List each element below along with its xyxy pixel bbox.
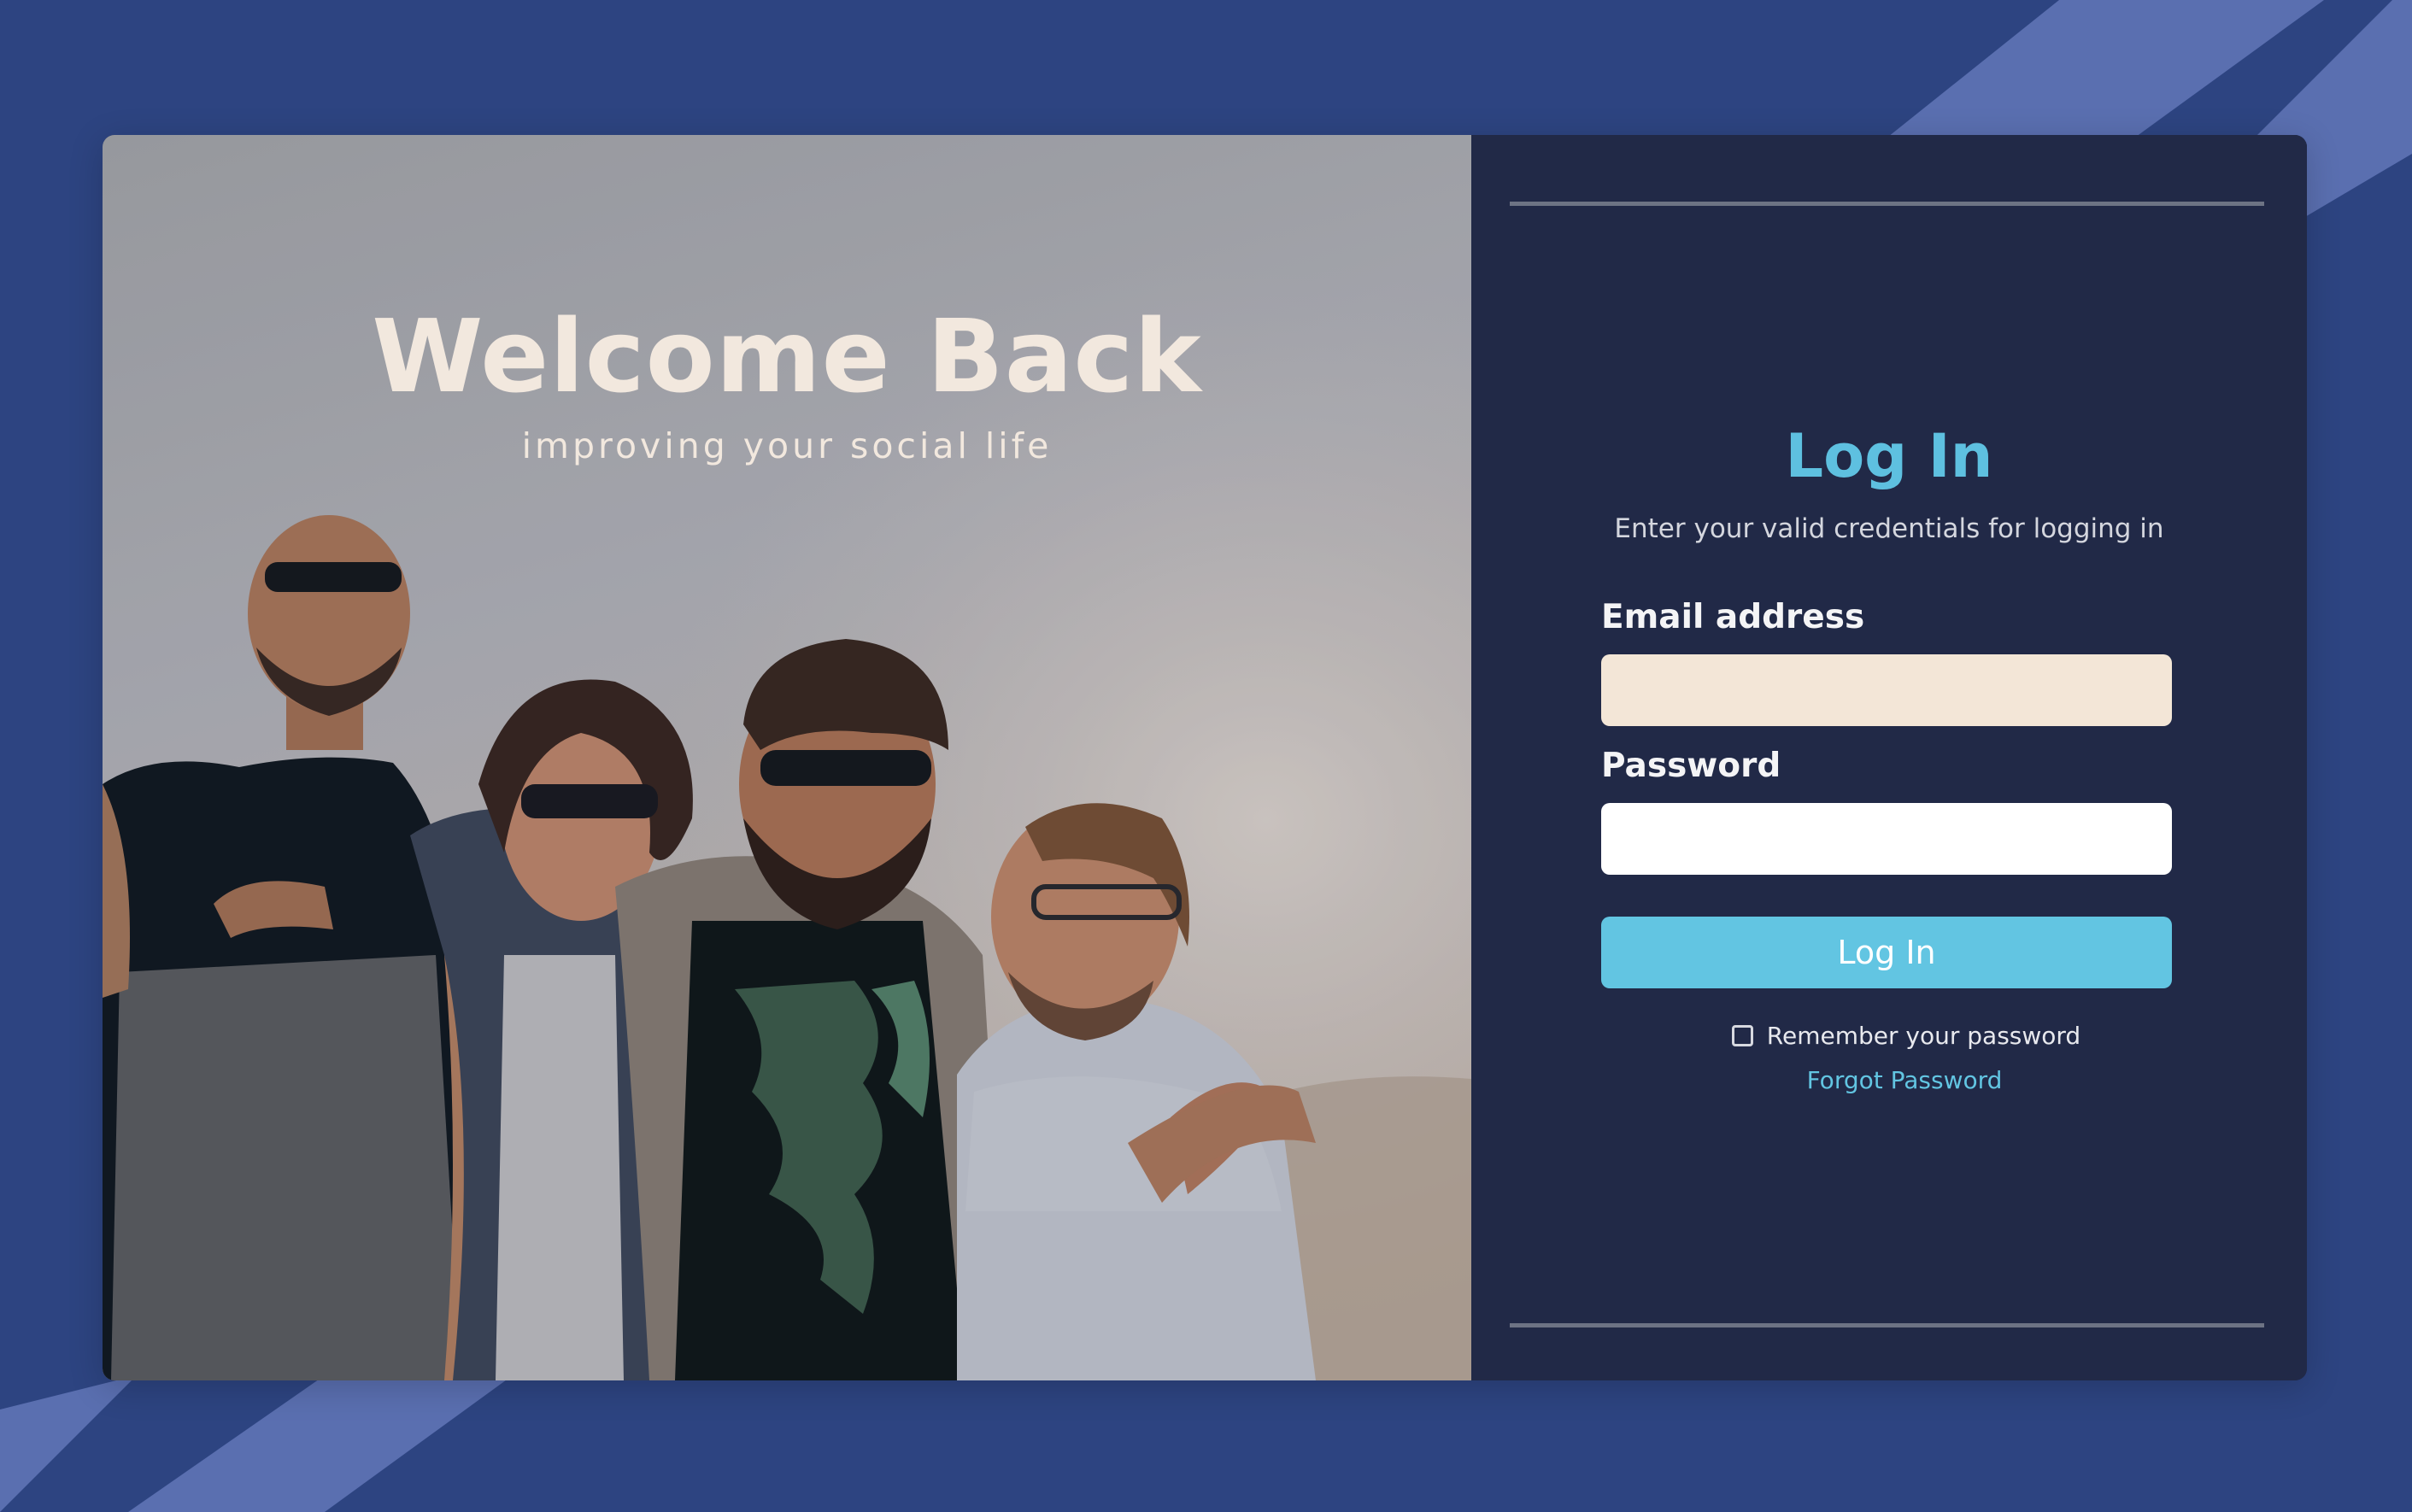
login-card: Welcome Back improving your social life … xyxy=(103,135,2307,1380)
login-page: { "hero": { "title": "Welcome Back", "su… xyxy=(0,0,2412,1512)
remember-row: Remember your password xyxy=(1488,1022,2307,1050)
password-label: Password xyxy=(1601,747,1781,785)
welcome-subtitle: improving your social life xyxy=(521,425,1053,466)
login-form-panel: Log In Enter your valid credentials for … xyxy=(1471,135,2307,1380)
welcome-title: Welcome Back xyxy=(372,297,1202,415)
hero-panel: Welcome Back improving your social life xyxy=(103,135,1471,1380)
login-button[interactable]: Log In xyxy=(1601,917,2172,988)
remember-checkbox[interactable] xyxy=(1731,1025,1753,1046)
login-title: Log In xyxy=(1785,421,1993,491)
bottom-divider xyxy=(1510,1323,2264,1327)
login-subtitle: Enter your valid credentials for logging… xyxy=(1614,513,2164,544)
remember-label[interactable]: Remember your password xyxy=(1767,1022,2080,1050)
email-label: Email address xyxy=(1601,598,1865,636)
password-field[interactable] xyxy=(1601,803,2172,875)
top-divider xyxy=(1510,202,2264,206)
email-field[interactable] xyxy=(1601,654,2172,726)
forgot-password-link[interactable]: Forgot Password xyxy=(1487,1066,2307,1094)
